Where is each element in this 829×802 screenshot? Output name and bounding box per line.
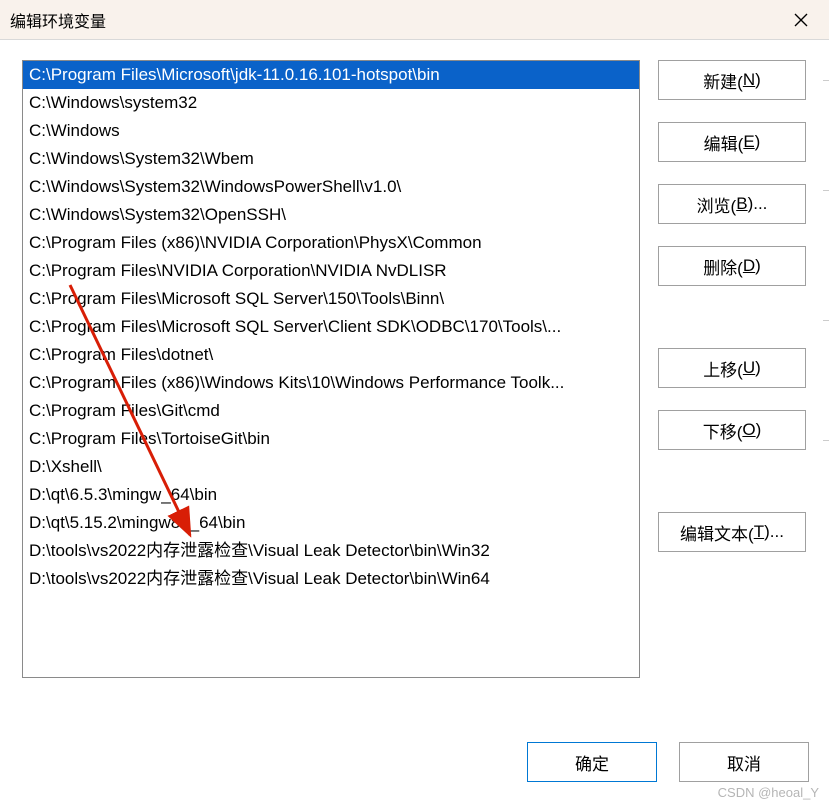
list-item[interactable]: C:\Windows\System32\Wbem [23,145,639,173]
list-item[interactable]: C:\Program Files\Git\cmd [23,397,639,425]
edge-decor [823,40,829,800]
move-up-button[interactable]: 上移(U) [658,348,806,388]
bottom-buttons: 确定 取消 [527,742,809,782]
list-item[interactable]: C:\Program Files\TortoiseGit\bin [23,425,639,453]
list-item[interactable]: D:\tools\vs2022内存泄露检查\Visual Leak Detect… [23,537,639,565]
list-item[interactable]: C:\Windows\System32\WindowsPowerShell\v1… [23,173,639,201]
list-item[interactable]: C:\Program Files\Microsoft SQL Server\Cl… [23,313,639,341]
title-bar: 编辑环境变量 [0,0,829,40]
browse-button[interactable]: 浏览(B)... [658,184,806,224]
side-buttons: 新建(N) 编辑(E) 浏览(B)... 删除(D) 上移(U) 下移(O) 编… [658,60,806,678]
list-item[interactable]: C:\Windows\System32\OpenSSH\ [23,201,639,229]
watermark: CSDN @heoal_Y [718,785,819,800]
move-down-button[interactable]: 下移(O) [658,410,806,450]
edit-text-button[interactable]: 编辑文本(T)... [658,512,806,552]
list-item[interactable]: C:\Program Files\dotnet\ [23,341,639,369]
ok-button[interactable]: 确定 [527,742,657,782]
list-item[interactable]: C:\Windows [23,117,639,145]
list-item[interactable]: C:\Program Files\NVIDIA Corporation\NVID… [23,257,639,285]
window-title: 编辑环境变量 [10,8,106,32]
list-item[interactable]: D:\Xshell\ [23,453,639,481]
cancel-button[interactable]: 取消 [679,742,809,782]
close-button[interactable] [781,0,821,40]
list-item[interactable]: C:\Program Files\Microsoft\jdk-11.0.16.1… [23,61,639,89]
list-item[interactable]: D:\tools\vs2022内存泄露检查\Visual Leak Detect… [23,565,639,593]
delete-button[interactable]: 删除(D) [658,246,806,286]
new-button[interactable]: 新建(N) [658,60,806,100]
path-list[interactable]: C:\Program Files\Microsoft\jdk-11.0.16.1… [22,60,640,678]
close-icon [793,12,809,28]
edit-button[interactable]: 编辑(E) [658,122,806,162]
list-item[interactable]: C:\Program Files (x86)\NVIDIA Corporatio… [23,229,639,257]
content-area: C:\Program Files\Microsoft\jdk-11.0.16.1… [0,40,829,688]
list-item[interactable]: D:\qt\6.5.3\mingw_64\bin [23,481,639,509]
list-item[interactable]: C:\Windows\system32 [23,89,639,117]
list-item[interactable]: C:\Program Files (x86)\Windows Kits\10\W… [23,369,639,397]
list-item[interactable]: C:\Program Files\Microsoft SQL Server\15… [23,285,639,313]
list-item[interactable]: D:\qt\5.15.2\mingw81_64\bin [23,509,639,537]
